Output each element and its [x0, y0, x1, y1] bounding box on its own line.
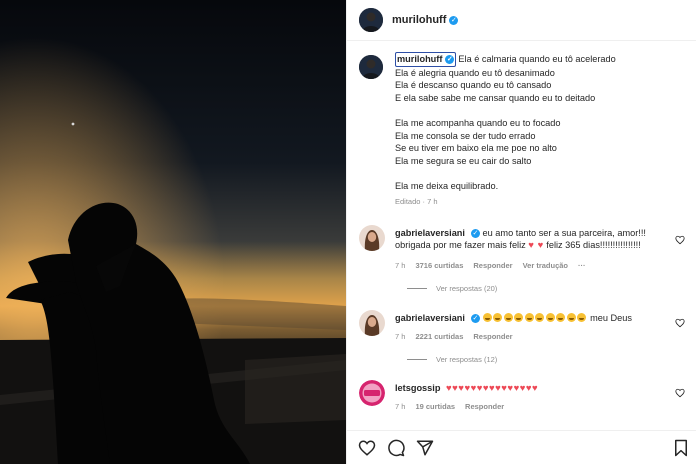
commenter-avatar[interactable] — [359, 380, 385, 406]
comment-icon[interactable] — [387, 439, 405, 457]
avatar[interactable] — [359, 55, 383, 79]
comment-username[interactable]: gabrielaversiani — [395, 313, 465, 323]
edited-timestamp: Editado · 7 h — [395, 196, 438, 206]
comment-text: gabrielaversiani ✓ meu Deus — [395, 313, 632, 323]
caption-line: Ela é descanso quando eu tô cansado — [395, 80, 552, 91]
post-header: murilohuff ✓ — [347, 0, 696, 41]
post-action-bar — [347, 430, 696, 464]
comment-meta: 7 h 3716 curtidas Responder Ver tradução… — [395, 261, 586, 270]
verified-badge-icon: ✓ — [449, 15, 459, 25]
crying-emoji-row — [482, 313, 591, 323]
replies-divider — [407, 359, 427, 360]
comment-meta: 7 h 2221 curtidas Responder — [395, 332, 513, 341]
comment-time: 7 h — [395, 332, 406, 341]
reply-button[interactable]: Responder — [473, 332, 512, 341]
view-replies-button[interactable]: Ver respostas (12) — [407, 355, 497, 364]
replies-divider — [407, 288, 427, 289]
comment-likes[interactable]: 3716 curtidas — [415, 261, 463, 270]
comment-text: gabrielaversiani ✓ eu amo tanto ser a sua… — [395, 228, 646, 252]
comment-item: letsgossip ♥♥♥♥♥♥♥♥♥♥♥♥♥♥♥ 7 h 19 curtid… — [359, 380, 689, 420]
translate-button[interactable]: Ver tradução — [523, 261, 568, 270]
reply-button[interactable]: Responder — [473, 261, 512, 270]
comment-meta: 7 h 19 curtidas Responder — [395, 402, 504, 411]
red-hearts-emoji-row: ♥♥♥♥♥♥♥♥♥♥♥♥♥♥♥ — [446, 383, 539, 394]
caption-line: Ela é calmaria quando eu tô acelerado — [458, 54, 616, 64]
comment-time: 7 h — [395, 261, 406, 270]
commenter-avatar[interactable] — [359, 225, 385, 251]
comment-username[interactable]: letsgossip — [395, 383, 440, 393]
post-side-panel: murilohuff ✓ murilohuff ✓ Ela é calmaria q… — [346, 0, 696, 464]
caption-line: Ela me segura se eu cair do salto — [395, 155, 532, 166]
caption-line: Ela me acompanha quando eu to focado — [395, 117, 561, 128]
caption-line: Ela me deixa equilibrado. — [395, 180, 499, 191]
verified-badge-icon: ✓ — [470, 314, 480, 323]
caption-username[interactable]: murilohuff ✓ — [395, 52, 457, 67]
comment-item: gabrielaversiani ✓ eu amo tanto ser a sua… — [359, 225, 689, 305]
red-heart-emoji: ♥ ♥ — [528, 240, 544, 252]
avatar[interactable] — [359, 8, 383, 32]
comments-scroll-area[interactable]: murilohuff ✓ Ela é calmaria quando eu tô a… — [347, 42, 696, 430]
comment-likes[interactable]: 2221 curtidas — [415, 332, 463, 341]
comment-likes[interactable]: 19 curtidas — [415, 402, 455, 411]
heart-icon[interactable] — [358, 439, 376, 457]
more-options-icon[interactable]: ··· — [578, 261, 586, 270]
verified-badge-icon: ✓ — [445, 55, 455, 64]
caption-line: E ela sabe sabe me cansar quando eu to d… — [395, 92, 596, 103]
caption-line: Ela é alegria quando eu tô desanimado — [395, 67, 555, 78]
post-photo[interactable] — [0, 0, 346, 464]
like-comment-heart-icon[interactable] — [675, 388, 685, 398]
comment-text: letsgossip ♥♥♥♥♥♥♥♥♥♥♥♥♥♥♥ — [395, 382, 671, 395]
sunset-silhouette-image — [0, 0, 346, 464]
comment-username[interactable]: gabrielaversiani — [395, 228, 465, 238]
verified-badge-icon: ✓ — [470, 229, 480, 238]
caption-line: Se eu tiver em baixo ela me poe no alto — [395, 143, 557, 154]
view-replies-button[interactable]: Ver respostas (20) — [407, 284, 497, 293]
like-comment-heart-icon[interactable] — [675, 318, 685, 328]
commenter-avatar[interactable] — [359, 310, 385, 336]
caption-line: Ela me consola se der tudo errado — [395, 130, 536, 141]
like-comment-heart-icon[interactable] — [675, 235, 685, 245]
caption-text: murilohuff ✓ Ela é calmaria quando eu tô a… — [395, 52, 687, 208]
instagram-post-view: murilohuff ✓ murilohuff ✓ Ela é calmaria q… — [0, 0, 696, 464]
comment-time: 7 h — [395, 402, 406, 411]
comment-item: gabrielaversiani ✓ meu Deus 7 h 2221 curt… — [359, 310, 689, 374]
share-icon[interactable] — [416, 439, 434, 457]
reply-button[interactable]: Responder — [465, 402, 504, 411]
header-username[interactable]: murilohuff — [392, 14, 446, 26]
bookmark-icon[interactable] — [673, 439, 689, 457]
